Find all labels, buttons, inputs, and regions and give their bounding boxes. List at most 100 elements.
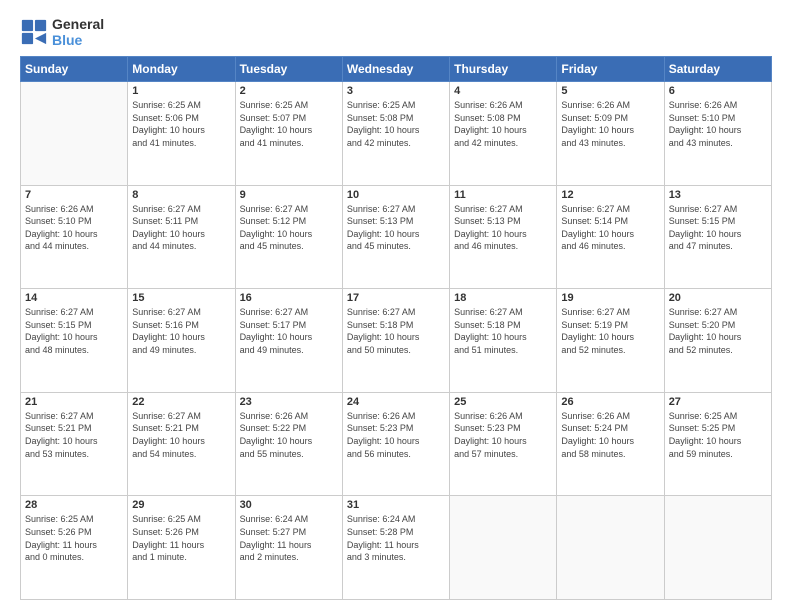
calendar-cell: 11 Sunrise: 6:27 AM Sunset: 5:13 PM Dayli… [450,185,557,289]
calendar-week-3: 14Sunrise: 6:27 AM Sunset: 5:15 PM Dayli… [21,289,772,393]
day-info: Sunrise: 6:26 AM Sunset: 5:23 PM Dayligh… [454,410,552,460]
day-info: Sunrise: 6:26 AM Sunset: 5:10 PM Dayligh… [25,203,123,253]
calendar-cell: 7Sunrise: 6:26 AM Sunset: 5:10 PM Daylig… [21,185,128,289]
day-number: 25 [454,396,552,408]
day-header-thursday: Thursday [450,57,557,82]
calendar-cell: 28Sunrise: 6:25 AM Sunset: 5:26 PM Dayli… [21,496,128,600]
day-number: 5 [561,85,659,97]
calendar-cell: 4 Sunrise: 6:26 AM Sunset: 5:08 PM Daylig… [450,82,557,186]
calendar-cell: 8 Sunrise: 6:27 AM Sunset: 5:11 PM Daylig… [128,185,235,289]
day-number: 18 [454,292,552,304]
calendar-cell: 12 Sunrise: 6:27 AM Sunset: 5:14 PM Dayli… [557,185,664,289]
day-number: 12 [561,189,659,201]
day-info: Sunrise: 6:26 AM Sunset: 5:24 PM Dayligh… [561,410,659,460]
day-number: 4 [454,85,552,97]
day-info: Sunrise: 6:26 AM Sunset: 5:23 PM Dayligh… [347,410,445,460]
day-info: Sunrise: 6:26 AM Sunset: 5:08 PM Dayligh… [454,99,552,149]
day-info: Sunrise: 6:26 AM Sunset: 5:10 PM Dayligh… [669,99,767,149]
day-info: Sunrise: 6:27 AM Sunset: 5:15 PM Dayligh… [25,306,123,356]
calendar-cell [450,496,557,600]
day-info: Sunrise: 6:27 AM Sunset: 5:12 PM Dayligh… [240,203,338,253]
day-info: Sunrise: 6:27 AM Sunset: 5:20 PM Dayligh… [669,306,767,356]
day-info: Sunrise: 6:27 AM Sunset: 5:11 PM Dayligh… [132,203,230,253]
day-header-tuesday: Tuesday [235,57,342,82]
day-number: 31 [347,499,445,511]
calendar-week-2: 7Sunrise: 6:26 AM Sunset: 5:10 PM Daylig… [21,185,772,289]
day-info: Sunrise: 6:25 AM Sunset: 5:25 PM Dayligh… [669,410,767,460]
day-number: 15 [132,292,230,304]
calendar-cell: 18 Sunrise: 6:27 AM Sunset: 5:18 PM Dayli… [450,289,557,393]
day-number: 27 [669,396,767,408]
calendar-cell: 10 Sunrise: 6:27 AM Sunset: 5:13 PM Dayli… [342,185,449,289]
day-number: 11 [454,189,552,201]
day-number: 10 [347,189,445,201]
day-number: 23 [240,396,338,408]
day-info: Sunrise: 6:27 AM Sunset: 5:13 PM Dayligh… [454,203,552,253]
logo: General Blue [20,16,104,48]
day-info: Sunrise: 6:27 AM Sunset: 5:13 PM Dayligh… [347,203,445,253]
calendar-cell: 22Sunrise: 6:27 AM Sunset: 5:21 PM Dayli… [128,392,235,496]
calendar-cell: 5 Sunrise: 6:26 AM Sunset: 5:09 PM Daylig… [557,82,664,186]
calendar-cell: 3 Sunrise: 6:25 AM Sunset: 5:08 PM Daylig… [342,82,449,186]
calendar-cell: 23Sunrise: 6:26 AM Sunset: 5:22 PM Dayli… [235,392,342,496]
page: General Blue SundayMondayTuesdayWednesda… [0,0,792,612]
calendar-cell: 30Sunrise: 6:24 AM Sunset: 5:27 PM Dayli… [235,496,342,600]
calendar-cell: 2Sunrise: 6:25 AM Sunset: 5:07 PM Daylig… [235,82,342,186]
calendar-cell: 26 Sunrise: 6:26 AM Sunset: 5:24 PM Dayli… [557,392,664,496]
day-number: 17 [347,292,445,304]
calendar-cell: 15 Sunrise: 6:27 AM Sunset: 5:16 PM Dayli… [128,289,235,393]
calendar-week-5: 28Sunrise: 6:25 AM Sunset: 5:26 PM Dayli… [21,496,772,600]
day-info: Sunrise: 6:27 AM Sunset: 5:14 PM Dayligh… [561,203,659,253]
day-info: Sunrise: 6:25 AM Sunset: 5:26 PM Dayligh… [132,513,230,563]
calendar-cell [557,496,664,600]
day-info: Sunrise: 6:27 AM Sunset: 5:19 PM Dayligh… [561,306,659,356]
day-info: Sunrise: 6:24 AM Sunset: 5:27 PM Dayligh… [240,513,338,563]
calendar-cell: 31 Sunrise: 6:24 AM Sunset: 5:28 PM Dayli… [342,496,449,600]
calendar-cell: 29 Sunrise: 6:25 AM Sunset: 5:26 PM Dayli… [128,496,235,600]
calendar-cell: 20 Sunrise: 6:27 AM Sunset: 5:20 PM Dayli… [664,289,771,393]
calendar-cell: 16 Sunrise: 6:27 AM Sunset: 5:17 PM Dayli… [235,289,342,393]
calendar-cell: 1Sunrise: 6:25 AM Sunset: 5:06 PM Daylig… [128,82,235,186]
day-number: 26 [561,396,659,408]
day-header-monday: Monday [128,57,235,82]
day-info: Sunrise: 6:27 AM Sunset: 5:16 PM Dayligh… [132,306,230,356]
day-header-wednesday: Wednesday [342,57,449,82]
day-number: 3 [347,85,445,97]
calendar-cell [664,496,771,600]
calendar-cell: 25 Sunrise: 6:26 AM Sunset: 5:23 PM Dayli… [450,392,557,496]
day-info: Sunrise: 6:27 AM Sunset: 5:18 PM Dayligh… [454,306,552,356]
day-info: Sunrise: 6:27 AM Sunset: 5:17 PM Dayligh… [240,306,338,356]
day-info: Sunrise: 6:26 AM Sunset: 5:09 PM Dayligh… [561,99,659,149]
day-number: 21 [25,396,123,408]
day-number: 20 [669,292,767,304]
day-number: 22 [132,396,230,408]
calendar-header-row: SundayMondayTuesdayWednesdayThursdayFrid… [21,57,772,82]
day-number: 2 [240,85,338,97]
day-info: Sunrise: 6:25 AM Sunset: 5:06 PM Dayligh… [132,99,230,149]
calendar-cell: 13Sunrise: 6:27 AM Sunset: 5:15 PM Dayli… [664,185,771,289]
logo-icon [20,18,48,46]
calendar-cell: 17 Sunrise: 6:27 AM Sunset: 5:18 PM Dayli… [342,289,449,393]
day-info: Sunrise: 6:27 AM Sunset: 5:18 PM Dayligh… [347,306,445,356]
day-info: Sunrise: 6:25 AM Sunset: 5:08 PM Dayligh… [347,99,445,149]
day-info: Sunrise: 6:27 AM Sunset: 5:21 PM Dayligh… [25,410,123,460]
calendar-week-1: 1Sunrise: 6:25 AM Sunset: 5:06 PM Daylig… [21,82,772,186]
day-info: Sunrise: 6:25 AM Sunset: 5:26 PM Dayligh… [25,513,123,563]
day-number: 24 [347,396,445,408]
day-number: 29 [132,499,230,511]
day-number: 13 [669,189,767,201]
calendar-cell: 6 Sunrise: 6:26 AM Sunset: 5:10 PM Daylig… [664,82,771,186]
day-number: 16 [240,292,338,304]
day-number: 19 [561,292,659,304]
day-info: Sunrise: 6:24 AM Sunset: 5:28 PM Dayligh… [347,513,445,563]
calendar-cell: 24 Sunrise: 6:26 AM Sunset: 5:23 PM Dayli… [342,392,449,496]
calendar-cell [21,82,128,186]
calendar-cell: 14Sunrise: 6:27 AM Sunset: 5:15 PM Dayli… [21,289,128,393]
day-header-friday: Friday [557,57,664,82]
day-number: 8 [132,189,230,201]
calendar-cell: 27 Sunrise: 6:25 AM Sunset: 5:25 PM Dayli… [664,392,771,496]
day-header-saturday: Saturday [664,57,771,82]
logo-text: General Blue [52,16,104,48]
day-number: 6 [669,85,767,97]
calendar-table: SundayMondayTuesdayWednesdayThursdayFrid… [20,56,772,600]
